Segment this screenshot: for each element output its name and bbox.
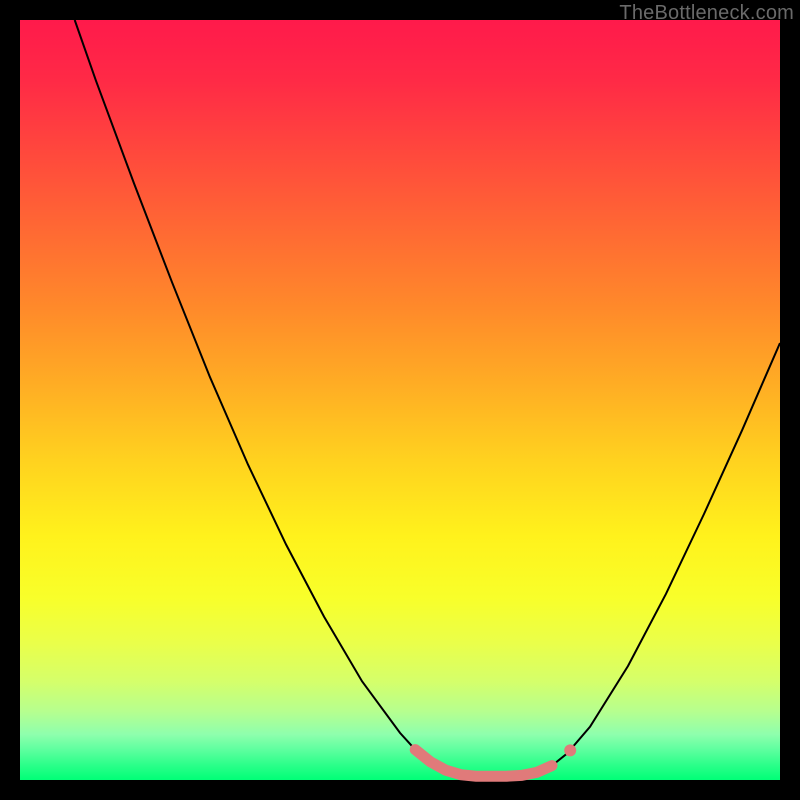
chart-svg: [20, 20, 780, 780]
chart-frame: TheBottleneck.com: [0, 0, 800, 800]
optimal-point-marker: [564, 744, 576, 756]
optimal-range-highlight: [415, 750, 552, 777]
chart-plot-area: [20, 20, 780, 780]
bottleneck-curve: [75, 20, 780, 776]
watermark-label: TheBottleneck.com: [619, 2, 794, 25]
